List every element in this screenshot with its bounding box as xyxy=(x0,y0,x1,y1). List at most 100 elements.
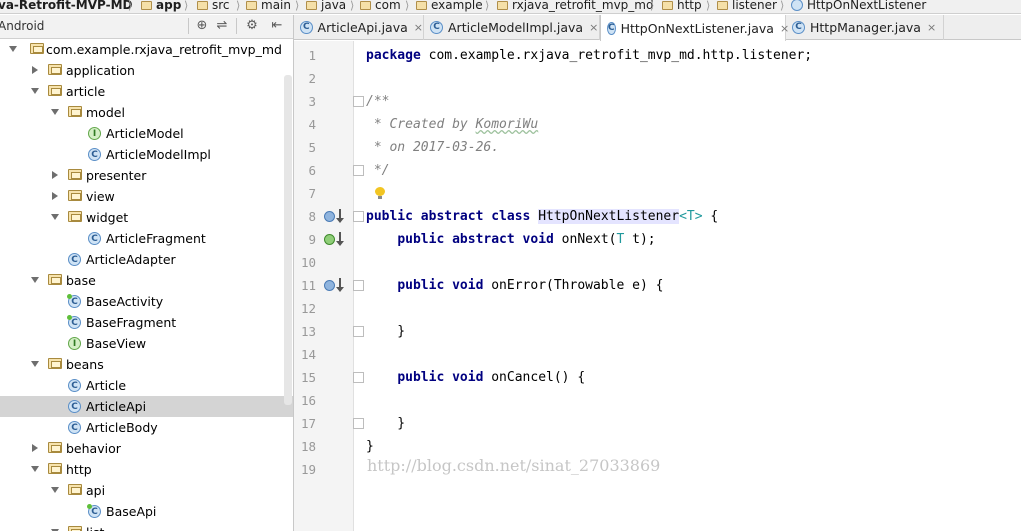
tree-node-articleapi[interactable]: C ArticleApi xyxy=(0,396,293,417)
chevron-down-icon[interactable] xyxy=(50,527,60,531)
tree-node-view[interactable]: view xyxy=(0,186,293,207)
close-icon[interactable]: × xyxy=(589,21,598,34)
code-line[interactable]: */ xyxy=(366,159,390,182)
tree-node-articlefragment[interactable]: C ArticleFragment xyxy=(0,228,293,249)
tree-node-basefragment[interactable]: C BaseFragment xyxy=(0,312,293,333)
tab-articleapi-java[interactable]: C ArticleApi.java × xyxy=(294,15,424,40)
code-line[interactable]: } xyxy=(366,320,405,343)
chevron-right-icon[interactable] xyxy=(50,170,60,180)
tree-node-label: ArticleFragment xyxy=(106,231,206,246)
code-line[interactable]: * Created by KomoriWu xyxy=(366,113,538,136)
code-line[interactable]: public void onCancel() { xyxy=(366,366,585,389)
tree-node-articleadapter[interactable]: C ArticleAdapter xyxy=(0,249,293,270)
fold-marker-icon[interactable] xyxy=(353,96,364,107)
tree-node-widget[interactable]: widget xyxy=(0,207,293,228)
chevron-down-icon[interactable] xyxy=(30,464,40,474)
override-method-icon[interactable] xyxy=(324,209,346,225)
line-number: 10 xyxy=(300,255,316,270)
chevron-down-icon[interactable] xyxy=(50,212,60,222)
tree-node-behavior[interactable]: behavior xyxy=(0,438,293,459)
code-line[interactable]: public abstract void onNext(T t); xyxy=(366,228,655,251)
tree-node-presenter[interactable]: presenter xyxy=(0,165,293,186)
tree-node-http[interactable]: http xyxy=(0,459,293,480)
tree-node-base[interactable]: base xyxy=(0,270,293,291)
chevron-right-icon[interactable] xyxy=(30,443,40,453)
code-token: public void xyxy=(397,370,484,385)
folder-icon xyxy=(497,0,508,10)
breadcrumb-item-listener[interactable]: listener xyxy=(717,0,777,13)
close-icon[interactable]: × xyxy=(414,21,423,34)
breadcrumb-module[interactable]: app xyxy=(141,0,181,13)
breadcrumb-item-src[interactable]: src xyxy=(197,0,230,13)
line-number: 9 xyxy=(308,232,316,247)
tree-node-articlemodel[interactable]: I ArticleModel xyxy=(0,123,293,144)
chevron-down-icon[interactable] xyxy=(30,86,40,96)
tree-node-baseapi[interactable]: C BaseApi xyxy=(0,501,293,522)
chevron-right-icon[interactable] xyxy=(30,65,40,75)
tree-node-articlemodelimpl[interactable]: C ArticleModelImpl xyxy=(0,144,293,165)
tree-node-list[interactable]: list xyxy=(0,522,293,531)
code-token: public void xyxy=(397,278,484,293)
tree-node-beans[interactable]: beans xyxy=(0,354,293,375)
breadcrumb-item-java[interactable]: java xyxy=(306,0,346,13)
tab-articlemodelimpl-java[interactable]: C ArticleModelImpl.java × xyxy=(424,15,600,40)
tree-node-baseactivity[interactable]: C BaseActivity xyxy=(0,291,293,312)
code-line[interactable]: } xyxy=(366,435,374,458)
chevron-down-icon[interactable] xyxy=(8,44,18,54)
chevron-down-icon[interactable] xyxy=(30,275,40,285)
implement-method-icon[interactable] xyxy=(324,232,346,248)
fold-marker-icon[interactable] xyxy=(353,372,364,383)
line-number: 11 xyxy=(300,278,316,293)
close-icon[interactable]: × xyxy=(927,21,936,34)
fold-marker-icon[interactable] xyxy=(353,211,364,222)
tree-node-com-example-rxjava-retrofit-mvp-md[interactable]: com.example.rxjava_retrofit_mvp_md xyxy=(0,39,293,60)
tree-node-baseview[interactable]: I BaseView xyxy=(0,333,293,354)
navigation-breadcrumb: va-Retrofit-MVP-MD ⟩ app ⟩ src ⟩ main ⟩ … xyxy=(0,0,1021,14)
chevron-right-icon[interactable] xyxy=(50,191,60,201)
tree-node-article[interactable]: article xyxy=(0,81,293,102)
breadcrumb-item-main[interactable]: main xyxy=(246,0,291,13)
tree-node-articlebody[interactable]: C ArticleBody xyxy=(0,417,293,438)
breadcrumb-project[interactable]: va-Retrofit-MVP-MD xyxy=(0,0,132,13)
tree-node-article[interactable]: C Article xyxy=(0,375,293,396)
breadcrumb-item-rxjava-retrofit-mvp-md[interactable]: rxjava_retrofit_mvp_md xyxy=(497,0,654,13)
code-line[interactable]: public abstract class HttpOnNextListener… xyxy=(366,205,718,228)
override-method-icon[interactable] xyxy=(324,278,346,294)
breadcrumb-item-com[interactable]: com xyxy=(360,0,401,13)
tree-node-application[interactable]: application xyxy=(0,60,293,81)
tree-node-api[interactable]: api xyxy=(0,480,293,501)
code-line[interactable]: package com.example.rxjava_retrofit_mvp_… xyxy=(366,44,812,67)
fold-marker-icon[interactable] xyxy=(353,326,364,337)
locate-icon[interactable]: ⊕ xyxy=(195,19,209,33)
code-line[interactable]: * on 2017-03-26. xyxy=(366,136,499,159)
breadcrumb-item-http[interactable]: http xyxy=(662,0,702,13)
folder-icon xyxy=(246,0,257,10)
fold-marker-icon[interactable] xyxy=(353,165,364,176)
fold-marker-icon[interactable] xyxy=(353,418,364,429)
fold-marker-icon[interactable] xyxy=(353,280,364,291)
tree-node-model[interactable]: model xyxy=(0,102,293,123)
code-token: /** xyxy=(366,94,390,109)
gear-icon[interactable]: ⚙ xyxy=(245,19,259,33)
breadcrumb-item-example[interactable]: example xyxy=(416,0,483,13)
code-line[interactable]: /** xyxy=(366,90,389,113)
code-line[interactable]: } xyxy=(366,412,405,435)
tab-httponnextlistener-java[interactable]: C HttpOnNextListener.java × xyxy=(600,15,789,41)
tab-httpmanager-java[interactable]: C HttpManager.java × xyxy=(786,15,944,40)
chevron-down-icon[interactable] xyxy=(50,485,60,495)
chevron-down-icon[interactable] xyxy=(30,359,40,369)
code-line[interactable]: public void onError(Throwable e) { xyxy=(366,274,663,297)
tree-node-label: http xyxy=(66,462,92,477)
breadcrumb-current-file[interactable]: HttpOnNextListener xyxy=(791,0,926,13)
lightbulb-icon[interactable] xyxy=(375,187,385,199)
arrow-down-icon xyxy=(336,232,344,246)
folder-icon xyxy=(197,0,208,10)
project-view-selector[interactable]: Android xyxy=(0,19,44,33)
hide-panel-icon[interactable]: ⇤ xyxy=(270,19,284,33)
collapse-all-icon[interactable]: ⇌ xyxy=(215,19,229,33)
tab-label: ArticleApi.java xyxy=(317,20,408,35)
code-token: { xyxy=(702,209,719,224)
project-tree-scrollbar[interactable] xyxy=(284,75,292,405)
line-number: 17 xyxy=(300,416,316,431)
chevron-down-icon[interactable] xyxy=(50,107,60,117)
